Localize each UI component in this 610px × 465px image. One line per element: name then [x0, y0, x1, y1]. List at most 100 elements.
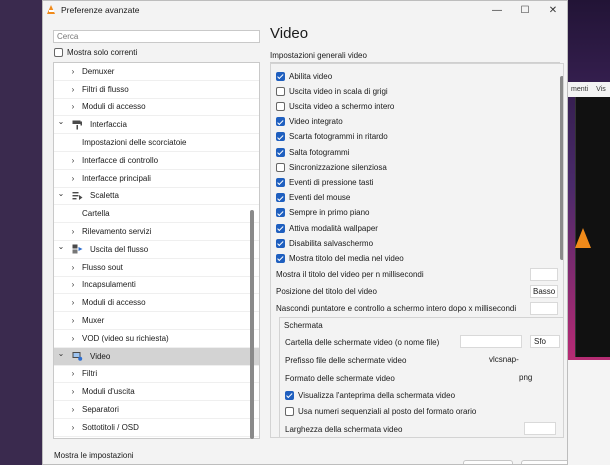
- checkbox-icon[interactable]: [276, 253, 285, 263]
- checkbox-icon[interactable]: [276, 193, 285, 203]
- chevron-right-icon[interactable]: ›: [68, 405, 78, 414]
- checkbox-icon[interactable]: [276, 208, 285, 218]
- chevron-right-icon[interactable]: ›: [68, 280, 78, 289]
- chevron-right-icon[interactable]: ›: [68, 334, 78, 343]
- tree-item-label: Impostazioni delle scorciatoie: [82, 138, 187, 148]
- tree-item[interactable]: Cartella: [54, 205, 259, 224]
- tree-item-label: VOD (video su richiesta): [82, 333, 169, 343]
- tree-item[interactable]: › Separatori: [54, 401, 259, 419]
- tree-item-label: Moduli di accesso: [82, 298, 146, 308]
- checkbox-icon[interactable]: [276, 162, 285, 172]
- search-input[interactable]: [53, 30, 260, 43]
- tree-item[interactable]: › Rilevamento servizi: [54, 223, 259, 241]
- tree-item[interactable]: › Sottotitoli / OSD: [54, 419, 259, 437]
- tree-item[interactable]: › VOD (video su richiesta): [54, 330, 259, 348]
- checkbox-icon[interactable]: [276, 147, 285, 157]
- tree-item[interactable]: ⌄ Scaletta: [54, 188, 259, 206]
- chevron-right-icon[interactable]: ›: [68, 67, 78, 76]
- tree-item-label: Incapsulamenti: [82, 280, 136, 290]
- video-option[interactable]: Uscita video a schermo intero: [276, 100, 394, 112]
- show-current-only-checkbox[interactable]: Mostra solo correnti: [54, 48, 137, 57]
- checkbox-icon[interactable]: [276, 238, 285, 248]
- checkbox-icon[interactable]: [276, 86, 285, 96]
- snapshot-format-select[interactable]: png: [516, 371, 563, 384]
- tree-item[interactable]: ⌄ Interfaccia: [54, 116, 259, 135]
- video-option[interactable]: Salta fotogrammi: [276, 146, 349, 158]
- chevron-right-icon[interactable]: ›: [68, 369, 78, 378]
- tree-item[interactable]: ⌄ Video: [54, 347, 259, 366]
- tree-item[interactable]: › Filtri di flusso: [54, 81, 259, 99]
- video-option[interactable]: Sempre in primo piano: [276, 207, 369, 219]
- tree-item[interactable]: › Moduli di accesso: [54, 294, 259, 313]
- video-option[interactable]: Abilita video: [276, 70, 332, 82]
- chevron-down-icon[interactable]: ⌄: [56, 242, 66, 251]
- video-option[interactable]: Video integrato: [276, 116, 343, 128]
- snapshot-folder-input[interactable]: [460, 335, 522, 348]
- chevron-right-icon[interactable]: ›: [68, 174, 78, 183]
- checkbox-icon[interactable]: [276, 101, 285, 111]
- chevron-right-icon[interactable]: ›: [68, 156, 78, 165]
- chevron-down-icon[interactable]: ⌄: [56, 117, 66, 126]
- video-option[interactable]: Eventi di pressione tasti: [276, 176, 374, 188]
- snapshot-prefix-input[interactable]: vlcsnap-: [486, 353, 544, 366]
- video-option[interactable]: Disabilita salvaschermo: [276, 237, 373, 249]
- snapshot-preview-label: Visualizza l'anteprima della schermata v…: [298, 390, 456, 400]
- snapshot-sequential-option[interactable]: Usa numeri sequenziali al posto del form…: [285, 404, 476, 418]
- snapshot-sequential-label: Usa numeri sequenziali al posto del form…: [298, 406, 477, 416]
- tree-item[interactable]: ⌄ Uscita del flusso: [54, 241, 259, 259]
- tree-item[interactable]: › Flusso sout: [54, 259, 259, 277]
- tree-item[interactable]: › Moduli d'uscita: [54, 383, 259, 402]
- chevron-down-icon[interactable]: ⌄: [56, 189, 66, 198]
- tree-item[interactable]: › Interfacce principali: [54, 170, 259, 188]
- tree-item[interactable]: › Demuxer: [54, 63, 259, 81]
- chevron-right-icon[interactable]: ›: [68, 85, 78, 94]
- video-option[interactable]: Attiva modalità wallpaper: [276, 222, 378, 234]
- chevron-right-icon[interactable]: ›: [68, 298, 78, 307]
- panel-vertical-scrollbar[interactable]: [560, 76, 563, 260]
- checkbox-icon[interactable]: [276, 223, 285, 233]
- video-option[interactable]: Uscita video in scala di grigi: [276, 85, 388, 97]
- checkbox-icon[interactable]: [54, 48, 63, 57]
- checkbox-icon[interactable]: [285, 390, 294, 400]
- maximize-button[interactable]: ☐: [511, 1, 539, 19]
- tree-scrollbar[interactable]: [250, 210, 254, 439]
- chevron-right-icon[interactable]: ›: [68, 387, 78, 396]
- settings-tree[interactable]: › Demuxer › Filtri di flusso › Moduli di acce…: [53, 62, 260, 439]
- tree-item[interactable]: Impostazioni delle scorciatoie: [54, 134, 259, 152]
- tree-item[interactable]: › Incapsulamenti: [54, 277, 259, 295]
- checkbox-icon[interactable]: [285, 406, 294, 416]
- close-button[interactable]: ✕: [539, 1, 567, 19]
- tree-item[interactable]: › Muxer: [54, 312, 259, 330]
- chevron-right-icon[interactable]: ›: [68, 263, 78, 272]
- checkbox-icon[interactable]: [276, 71, 285, 81]
- chevron-right-icon[interactable]: ›: [68, 316, 78, 325]
- background-menu-item: Vis: [596, 86, 606, 93]
- tree-item[interactable]: › Moduli di accesso: [54, 99, 259, 117]
- snapshot-width-input[interactable]: [524, 422, 556, 435]
- title-position-select[interactable]: Basso: [530, 284, 558, 298]
- checkbox-icon[interactable]: [276, 117, 285, 127]
- dialog-button[interactable]: [463, 460, 513, 464]
- video-option[interactable]: Scarta fotogrammi in ritardo: [276, 131, 388, 143]
- chevron-down-icon[interactable]: ⌄: [56, 349, 66, 358]
- chevron-right-icon[interactable]: ›: [68, 227, 78, 236]
- dialog-button[interactable]: [521, 460, 567, 464]
- title-duration-input[interactable]: [530, 267, 558, 281]
- chevron-right-icon[interactable]: ›: [68, 102, 78, 111]
- background-menu-item: menti: [571, 86, 589, 93]
- snapshot-preview-option[interactable]: Visualizza l'anteprima della schermata v…: [285, 388, 455, 402]
- video-option[interactable]: Eventi del mouse: [276, 192, 350, 204]
- browse-button[interactable]: Sfo: [530, 335, 560, 348]
- snapshot-folder-row: Cartella delle schermate video (o nome f…: [285, 335, 439, 349]
- video-option-label: Salta fotogrammi: [289, 147, 350, 157]
- video-option[interactable]: Mostra titolo del media nel video: [276, 252, 404, 264]
- hide-cursor-input[interactable]: [530, 301, 558, 315]
- title-position-label: Posizione del titolo del video: [276, 286, 377, 296]
- minimize-button[interactable]: —: [483, 1, 511, 19]
- chevron-right-icon[interactable]: ›: [68, 423, 78, 432]
- tree-item[interactable]: › Filtri: [54, 366, 259, 384]
- video-option[interactable]: Sincronizzazione silenziosa: [276, 161, 387, 173]
- checkbox-icon[interactable]: [276, 132, 285, 142]
- checkbox-icon[interactable]: [276, 177, 285, 187]
- tree-item[interactable]: › Interfacce di controllo: [54, 152, 259, 170]
